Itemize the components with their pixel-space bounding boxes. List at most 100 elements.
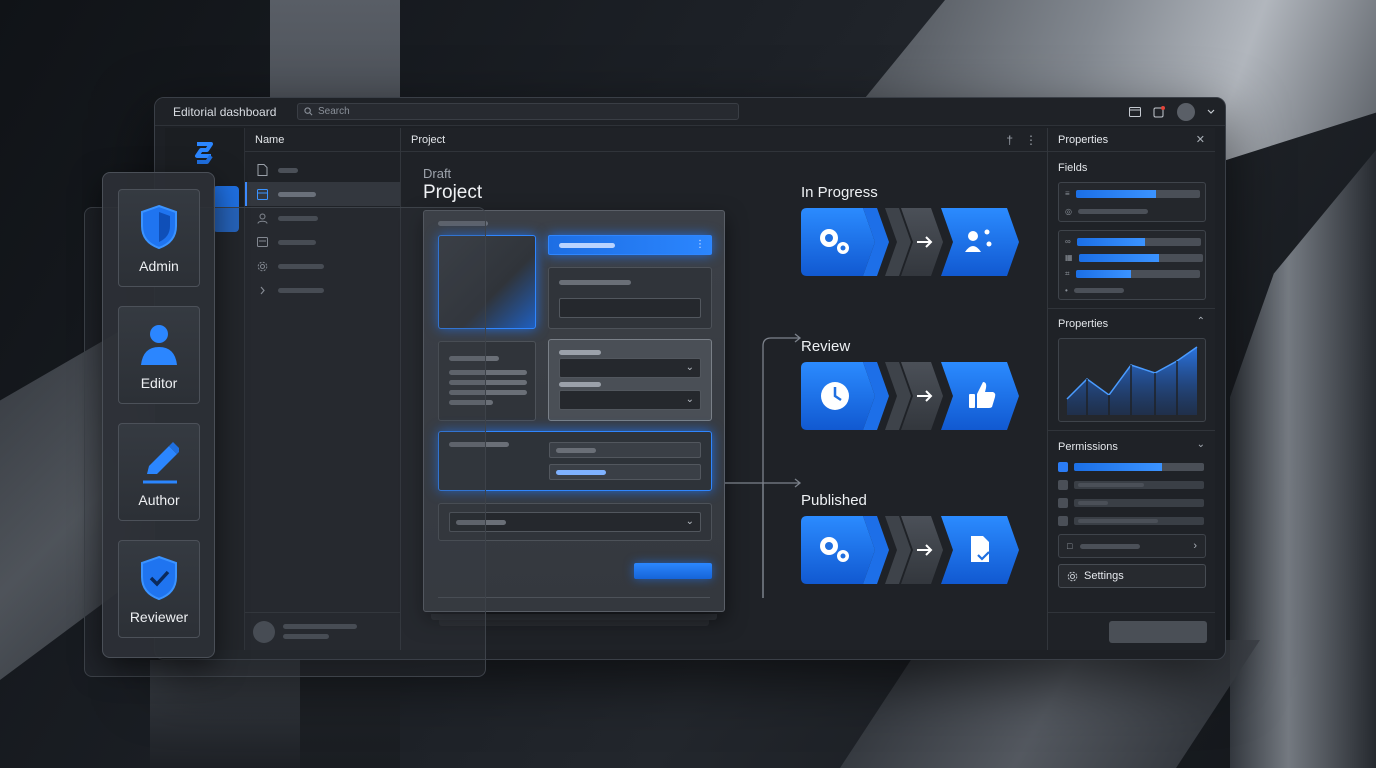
field-row[interactable]: ◎ bbox=[1065, 207, 1148, 216]
tag-icon: • bbox=[1065, 286, 1068, 295]
dropdown[interactable]: ⌄ bbox=[559, 358, 701, 378]
notification-icon[interactable] bbox=[1153, 105, 1165, 118]
permission-label-placeholder bbox=[1078, 519, 1158, 523]
search-input[interactable]: Search bbox=[297, 103, 739, 120]
checkbox[interactable] bbox=[1058, 462, 1068, 472]
role-editor[interactable]: Editor bbox=[118, 306, 200, 404]
permission-row[interactable] bbox=[1058, 498, 1204, 508]
permission-link-placeholder bbox=[1080, 543, 1141, 549]
text-input[interactable] bbox=[549, 442, 701, 458]
list-item[interactable] bbox=[245, 182, 400, 206]
divider bbox=[1048, 308, 1215, 309]
checkbox[interactable] bbox=[1058, 480, 1068, 490]
document-icon: □ bbox=[1067, 541, 1073, 551]
field-label-placeholder bbox=[559, 382, 601, 387]
fields-card-1: ≡ ◎ bbox=[1058, 182, 1206, 222]
area-chart bbox=[1066, 346, 1198, 415]
chevron-down-icon[interactable] bbox=[1207, 109, 1215, 115]
permission-fill bbox=[1074, 463, 1163, 471]
field-bar bbox=[1078, 253, 1203, 262]
submit-button[interactable] bbox=[634, 563, 712, 579]
stage-in-progress[interactable] bbox=[801, 208, 1021, 276]
permission-row[interactable] bbox=[1058, 516, 1204, 526]
settings-button[interactable]: Settings bbox=[1058, 564, 1206, 588]
select-field[interactable]: ⋮ bbox=[548, 235, 712, 255]
status-label: Draft bbox=[423, 166, 452, 181]
permission-row[interactable] bbox=[1058, 480, 1204, 490]
divider bbox=[1048, 430, 1215, 431]
field-fill bbox=[1078, 253, 1160, 262]
project-header: Project † ⋮ bbox=[401, 128, 1047, 152]
project-area: Project † ⋮ Draft Project ⋮ ⌄ ⌄ ⌄ In Pro… bbox=[401, 128, 1047, 650]
field-row[interactable]: ≡ bbox=[1065, 189, 1200, 198]
list-item-label bbox=[278, 191, 316, 197]
chevron-down-icon: ⌄ bbox=[685, 394, 694, 405]
field-bar bbox=[1076, 237, 1201, 246]
role-admin[interactable]: Admin bbox=[118, 189, 200, 287]
chevron-down-icon[interactable]: ⌄ bbox=[1197, 439, 1205, 450]
stage-label-review: Review bbox=[801, 338, 851, 355]
list-item[interactable] bbox=[245, 158, 400, 182]
section-title-fields: Fields bbox=[1058, 162, 1088, 174]
pin-icon[interactable]: † bbox=[1006, 133, 1013, 147]
section-title-permissions: Permissions bbox=[1058, 441, 1118, 453]
chevron-up-icon[interactable]: ⌃ bbox=[1197, 316, 1205, 327]
field-row[interactable]: ∞ bbox=[1065, 237, 1201, 246]
more-icon: ⋮ bbox=[695, 239, 705, 250]
field-bar bbox=[1075, 270, 1200, 278]
permission-link[interactable]: □ › bbox=[1058, 534, 1206, 558]
field-row[interactable]: • bbox=[1065, 286, 1124, 295]
list-icon: ≡ bbox=[1065, 189, 1070, 198]
properties-footer bbox=[1048, 612, 1215, 650]
bg-shard bbox=[1230, 150, 1376, 768]
title-bar: Editorial dashboard Search bbox=[155, 98, 1225, 126]
logo-icon bbox=[191, 140, 217, 171]
role-label: Reviewer bbox=[129, 609, 189, 625]
checkbox[interactable] bbox=[1058, 498, 1068, 508]
field-label-placeholder bbox=[559, 280, 631, 285]
workflow-connector bbox=[725, 333, 802, 598]
field-fill bbox=[1075, 270, 1132, 278]
avatar[interactable] bbox=[1177, 102, 1195, 121]
properties-chart bbox=[1058, 338, 1206, 422]
more-icon[interactable]: ⋮ bbox=[1025, 133, 1037, 147]
search-placeholder: Search bbox=[318, 106, 350, 117]
permission-bar bbox=[1074, 463, 1204, 471]
field-row[interactable]: ▦ bbox=[1065, 253, 1203, 262]
role-author[interactable]: Author bbox=[118, 423, 200, 521]
stage-label-published: Published bbox=[801, 492, 867, 509]
shield-check-icon bbox=[141, 555, 177, 601]
field-value-placeholder bbox=[556, 448, 596, 453]
role-reviewer[interactable]: Reviewer bbox=[118, 540, 200, 638]
settings-label: Settings bbox=[1084, 570, 1124, 582]
text-input[interactable] bbox=[549, 464, 701, 480]
stage-review[interactable] bbox=[801, 362, 1021, 430]
properties-header-label: Properties bbox=[1058, 133, 1109, 146]
field-value-placeholder bbox=[559, 243, 615, 248]
field-fill bbox=[1075, 189, 1157, 198]
apply-button[interactable] bbox=[1109, 621, 1207, 643]
chevron-down-icon: ⌄ bbox=[685, 516, 694, 527]
settings-icon: ◎ bbox=[1065, 207, 1072, 216]
dropdown[interactable]: ⌄ bbox=[449, 512, 701, 532]
calendar-icon[interactable] bbox=[1129, 106, 1141, 117]
stage-label-in-progress: In Progress bbox=[801, 184, 878, 201]
field-fill bbox=[1076, 237, 1145, 246]
stage-published[interactable] bbox=[801, 516, 1021, 584]
permission-row[interactable] bbox=[1058, 462, 1204, 472]
dropdown[interactable]: ⌄ bbox=[559, 390, 701, 410]
close-icon[interactable]: ✕ bbox=[1196, 133, 1205, 146]
permission-label-placeholder bbox=[1078, 501, 1108, 505]
document-check-icon bbox=[971, 536, 990, 562]
chevron-right-icon: › bbox=[1193, 540, 1197, 552]
field-row[interactable]: ⌗ bbox=[1065, 269, 1200, 279]
field-label-placeholder bbox=[1077, 209, 1148, 214]
list-item-label bbox=[278, 167, 298, 173]
pencil-icon bbox=[143, 442, 179, 484]
text-input[interactable] bbox=[559, 298, 701, 318]
column-header: Name bbox=[245, 128, 400, 152]
grid-icon: ⌗ bbox=[1065, 269, 1070, 278]
file-icon bbox=[257, 164, 268, 176]
field-value-placeholder bbox=[556, 470, 606, 475]
checkbox[interactable] bbox=[1058, 516, 1068, 526]
